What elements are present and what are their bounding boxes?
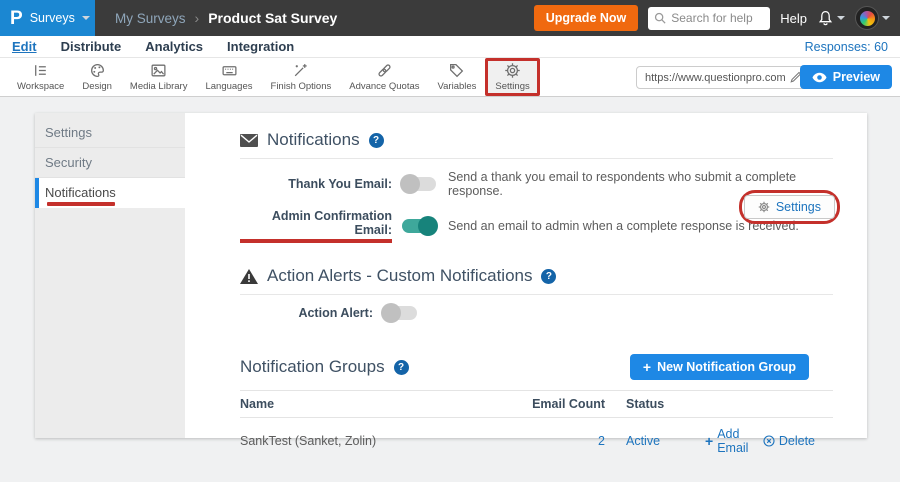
notification-groups-header: Notification Groups ? + New Notification… <box>240 354 833 380</box>
survey-nav: Edit Distribute Analytics Integration Re… <box>0 36 900 58</box>
group-status-link[interactable]: Active <box>626 434 660 448</box>
notification-groups-table: Name Email Count Status SankTest (Sanket… <box>240 390 833 464</box>
action-alert-label: Action Alert: <box>240 306 373 320</box>
chevron-down-icon <box>882 16 890 20</box>
notifications-content: Notifications ? Thank You Email: Send a … <box>185 113 867 438</box>
finish-options-icon <box>292 62 309 79</box>
breadcrumb: My Surveys › Product Sat Survey Upgrade … <box>95 0 900 36</box>
media-library-icon <box>150 62 167 79</box>
page-background: Settings Security Notifications Notifica… <box>0 98 900 482</box>
settings-card: Settings Security Notifications Notifica… <box>35 113 867 438</box>
surveys-menu[interactable]: P Surveys <box>0 0 95 36</box>
advance-quotas-icon <box>376 62 393 79</box>
delete-circle-x-icon <box>763 435 775 447</box>
plus-icon: + <box>643 360 651 374</box>
avatar <box>855 6 879 30</box>
tab-analytics[interactable]: Analytics <box>145 39 203 54</box>
design-icon <box>89 62 106 79</box>
column-header-actions <box>705 397 833 411</box>
survey-url-value: https://www.questionpro.com/t/. <box>645 72 785 84</box>
action-alerts-section-header: Action Alerts - Custom Notifications ? <box>240 266 833 286</box>
section-title-notifications: Notifications <box>267 130 360 150</box>
admin-email-settings-button[interactable]: Settings <box>744 195 835 219</box>
eye-icon <box>812 72 827 83</box>
toolbar-item-media-library[interactable]: Media Library <box>121 60 197 94</box>
notifications-section-header: Notifications ? <box>240 130 833 150</box>
help-question-icon[interactable]: ? <box>394 360 409 375</box>
action-alerts-section: Action Alert: <box>240 295 833 324</box>
edit-toolbar: Workspace Design Media Library Languages… <box>0 58 900 97</box>
admin-confirmation-email-label: Admin Confirmation Email: <box>240 209 392 243</box>
chevron-down-icon <box>837 16 845 20</box>
survey-url-field[interactable]: https://www.questionpro.com/t/. <box>636 66 808 89</box>
add-email-link[interactable]: + Add Email <box>705 427 751 455</box>
table-row: SankTest (Sanket, Zolin) 2 Active + Add … <box>240 418 833 464</box>
admin-confirmation-email-toggle[interactable] <box>402 219 436 233</box>
chevron-down-icon <box>82 16 90 20</box>
help-search[interactable] <box>648 7 770 30</box>
breadcrumb-survey-title: Product Sat Survey <box>208 10 337 26</box>
group-name: SankTest (Sanket, Zolin) <box>240 434 525 448</box>
account-menu[interactable] <box>855 6 890 30</box>
breadcrumb-separator-icon: › <box>195 10 200 26</box>
gear-icon <box>758 201 770 213</box>
notifications-section: Thank You Email: Send a thank you email … <box>240 159 833 243</box>
workspace-icon <box>32 62 49 79</box>
sidebar-item-settings[interactable]: Settings <box>35 118 185 148</box>
annotation-box-settings-button: Settings <box>739 190 840 224</box>
new-notification-group-button[interactable]: + New Notification Group <box>630 354 809 380</box>
action-alert-row: Action Alert: <box>240 302 833 324</box>
preview-button[interactable]: Preview <box>800 65 892 89</box>
toolbar-item-variables[interactable]: Variables <box>429 60 486 94</box>
questionpro-logo-icon: P <box>10 9 23 28</box>
tab-distribute[interactable]: Distribute <box>61 39 122 54</box>
toolbar-item-design[interactable]: Design <box>73 60 121 94</box>
search-input[interactable] <box>671 11 764 25</box>
responses-count[interactable]: Responses: 60 <box>805 40 888 54</box>
languages-icon <box>221 62 238 79</box>
envelope-icon <box>240 134 258 147</box>
search-icon <box>654 12 666 24</box>
group-email-count-link[interactable]: 2 <box>525 434 605 448</box>
upgrade-now-button[interactable]: Upgrade Now <box>534 5 639 31</box>
help-question-icon[interactable]: ? <box>369 133 384 148</box>
toolbar-item-languages[interactable]: Languages <box>196 60 261 94</box>
column-header-status: Status <box>605 397 705 411</box>
help-question-icon[interactable]: ? <box>541 269 556 284</box>
delete-group-link[interactable]: Delete <box>763 427 815 455</box>
surveys-menu-label: Surveys <box>30 11 75 25</box>
variables-icon <box>448 62 465 79</box>
annotation-underline-notifications <box>47 202 115 206</box>
settings-sidebar: Settings Security Notifications <box>35 113 185 438</box>
breadcrumb-my-surveys[interactable]: My Surveys <box>115 11 186 26</box>
column-header-email-count: Email Count <box>525 397 605 411</box>
section-title-notification-groups: Notification Groups <box>240 357 385 377</box>
tab-edit[interactable]: Edit <box>12 39 37 54</box>
toolbar-item-advance-quotas[interactable]: Advance Quotas <box>340 60 428 94</box>
help-link[interactable]: Help <box>780 11 807 26</box>
warning-triangle-icon <box>240 269 258 284</box>
sidebar-item-security[interactable]: Security <box>35 148 185 178</box>
column-header-name: Name <box>240 397 525 411</box>
toolbar-item-finish-options[interactable]: Finish Options <box>262 60 341 94</box>
table-header-row: Name Email Count Status <box>240 390 833 418</box>
section-title-action-alerts: Action Alerts - Custom Notifications <box>267 266 532 286</box>
plus-icon: + <box>705 434 713 448</box>
toolbar-item-workspace[interactable]: Workspace <box>8 60 73 94</box>
sidebar-item-notifications[interactable]: Notifications <box>35 178 185 208</box>
thank-you-email-toggle[interactable] <box>402 177 436 191</box>
toolbar-item-settings[interactable]: Settings <box>485 58 539 96</box>
action-alert-toggle[interactable] <box>383 306 417 320</box>
settings-gear-icon <box>504 62 521 79</box>
thank-you-email-label: Thank You Email: <box>240 177 392 191</box>
notifications-bell-menu[interactable] <box>817 10 845 27</box>
tab-integration[interactable]: Integration <box>227 39 294 54</box>
bell-icon <box>817 10 834 27</box>
top-bar: P Surveys My Surveys › Product Sat Surve… <box>0 0 900 36</box>
